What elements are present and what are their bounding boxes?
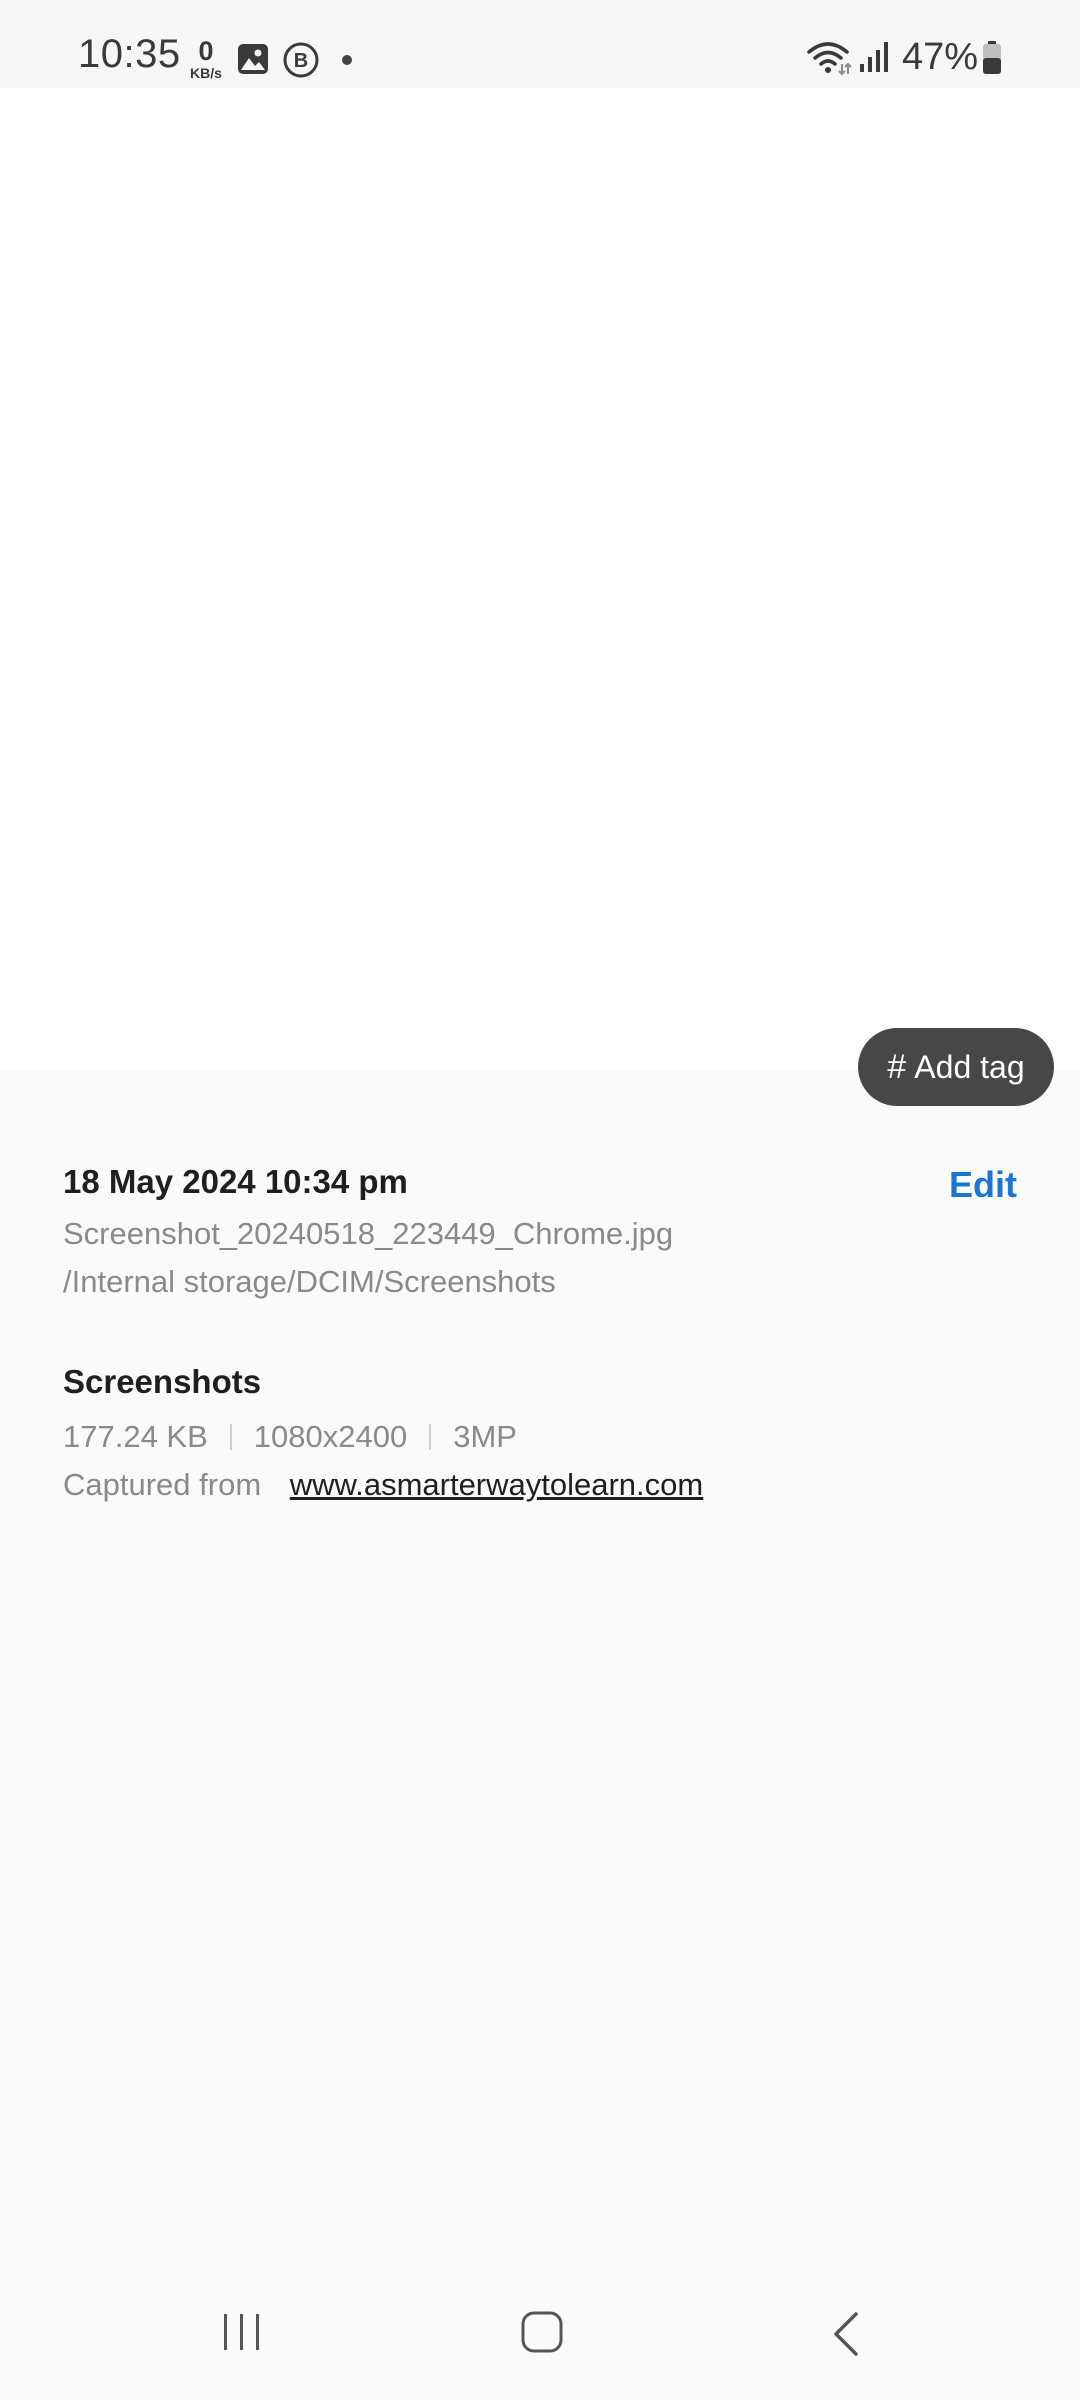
net-speed-value: 0 (198, 36, 214, 66)
file-path: /Internal storage/DCIM/Screenshots (63, 1264, 556, 1299)
meta-divider (429, 1424, 432, 1450)
megapixels: 3MP (453, 1419, 517, 1454)
status-time: 10:35 (78, 32, 181, 76)
navigation-bar (0, 2290, 1080, 2400)
wifi-icon (807, 42, 852, 76)
svg-text:B: B (294, 50, 308, 72)
captured-from-row: Captured from www.asmarterwaytolearn.com (63, 1460, 1023, 1510)
signal-icon (860, 42, 888, 72)
file-name: Screenshot_20240518_223449_Chrome.jpg (63, 1216, 674, 1251)
battery-percent: 47% (902, 36, 979, 78)
meta-divider (229, 1424, 232, 1450)
resolution: 1080x2400 (253, 1419, 408, 1454)
home-icon[interactable] (520, 2310, 564, 2354)
image-preview-area[interactable]: # Add tag (0, 88, 1080, 1106)
hash-icon: # (887, 1047, 907, 1086)
battery-icon (983, 41, 1001, 74)
file-meta-row: 177.24 KB 1080x2400 3MP (63, 1414, 1023, 1460)
edit-button[interactable]: Edit (949, 1164, 1017, 1206)
status-bar: 10:35 0 KB/s B 47% (0, 0, 1080, 88)
screen: 10:35 0 KB/s B 47% # Add tag 18 May 2024… (0, 0, 1080, 2400)
back-icon[interactable] (828, 2310, 864, 2358)
details-panel: 18 May 2024 10:34 pm Edit Screenshot_202… (63, 1160, 1023, 1510)
add-tag-button[interactable]: # Add tag (858, 1028, 1054, 1106)
net-speed-indicator: 0 KB/s (184, 36, 228, 81)
file-size: 177.24 KB (63, 1419, 208, 1454)
recents-icon[interactable] (220, 2310, 264, 2354)
dot-icon (342, 55, 352, 65)
captured-from-label: Captured from (63, 1467, 262, 1502)
add-tag-label: Add tag (914, 1048, 1025, 1085)
album-name: Screenshots (63, 1363, 262, 1400)
date-time: 18 May 2024 10:34 pm (63, 1163, 408, 1200)
b-icon: B (283, 42, 319, 78)
captured-from-link[interactable]: www.asmarterwaytolearn.com (290, 1467, 703, 1502)
gallery-icon (238, 44, 268, 74)
net-speed-unit: KB/s (190, 65, 222, 81)
